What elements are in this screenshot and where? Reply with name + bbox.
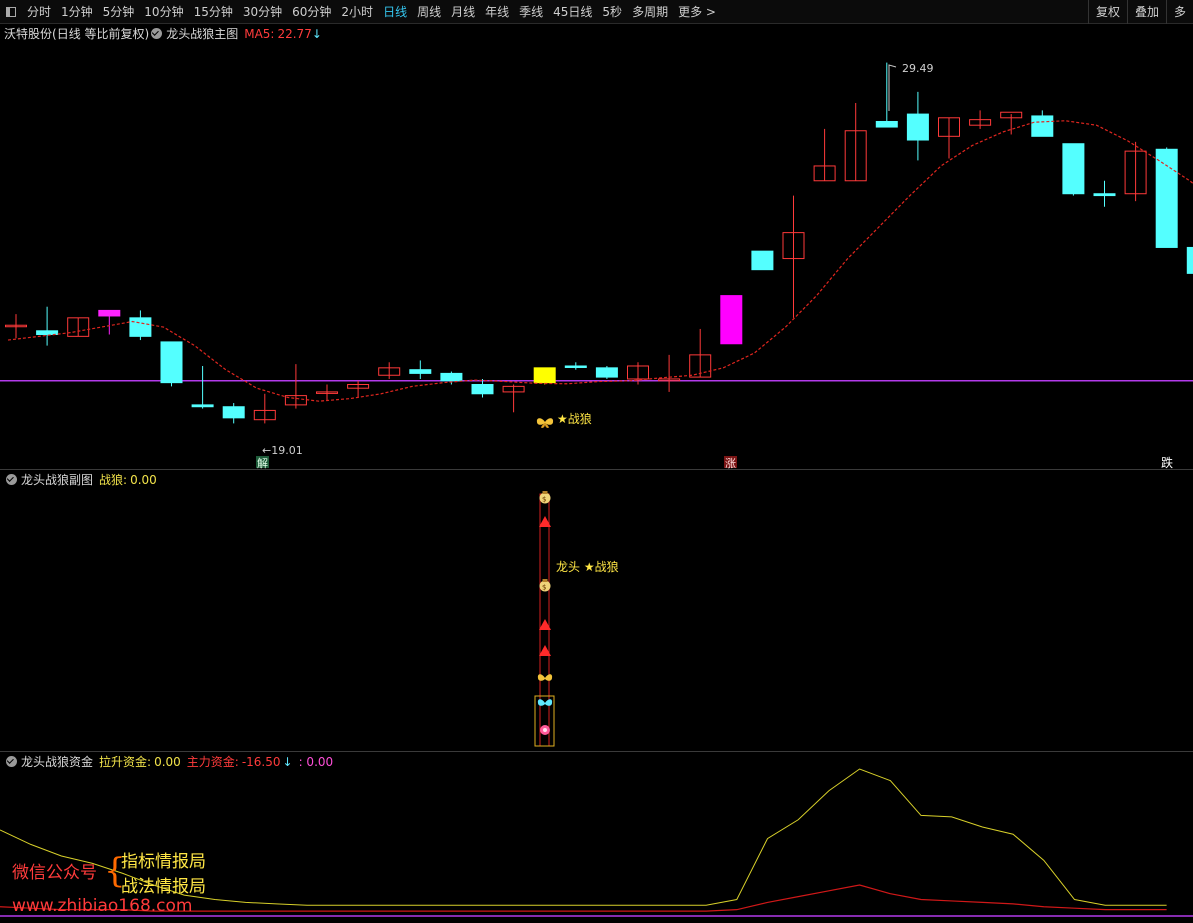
candlestick [938, 117, 960, 159]
candlestick [502, 384, 525, 413]
candlestick [129, 310, 152, 341]
candlestick [658, 354, 681, 392]
svg-text:涨: 涨 [725, 457, 736, 470]
candlestick [751, 250, 774, 271]
stock-chart[interactable]: 29.49 ←19.01 ★战狼 解 涨 跌 $ $ 龙头 ★战狼 [0, 0, 1193, 923]
candlestick [844, 102, 867, 182]
candlestick [906, 91, 929, 161]
candlestick [98, 309, 121, 335]
candlestick [720, 295, 743, 345]
watermark-label: 微信公众号 [12, 863, 97, 883]
candlestick [689, 328, 712, 378]
sub-signal-text: 龙头 ★战狼 [556, 559, 619, 574]
candlestick [347, 380, 370, 398]
low-price-label: ←19.01 [262, 444, 303, 457]
zhang-marker: 涨 [724, 456, 737, 470]
svg-text:$: $ [542, 496, 546, 504]
candlestick [471, 378, 494, 398]
candlestick [1062, 143, 1085, 196]
candlestick [1031, 110, 1054, 137]
ma5-line [7, 120, 1193, 402]
candlestick [1155, 147, 1178, 248]
candlestick [409, 360, 432, 379]
candlestick [595, 365, 618, 379]
candlestick [222, 403, 245, 424]
watermark-line1: 指标情报局 [121, 852, 206, 872]
candlestick [378, 362, 401, 379]
cyan-butterfly-icon [537, 699, 553, 706]
candlestick [316, 384, 338, 402]
candlestick [1093, 180, 1116, 207]
watermark-url[interactable]: www.zhibiao168.com [12, 896, 192, 916]
zhanlang-signal-column: $ $ 龙头 ★战狼 [534, 491, 619, 747]
candlestick [1186, 246, 1193, 274]
svg-text:$: $ [542, 584, 546, 592]
candlestick [5, 314, 27, 339]
svg-text:解: 解 [257, 456, 268, 470]
die-marker: 跌 [1161, 455, 1173, 470]
candlestick [564, 362, 587, 370]
candlestick [813, 128, 836, 182]
money-bag-icon: $ [539, 491, 551, 504]
watermark-line2: 战法情报局 [121, 877, 206, 897]
candlestick [1124, 141, 1147, 202]
butterfly-icon [536, 418, 554, 428]
candlestick [67, 317, 90, 337]
candlestick [284, 364, 307, 409]
butterfly-icon [537, 674, 553, 681]
candlestick [160, 341, 183, 387]
high-marker-line [888, 64, 897, 111]
candlestick [875, 62, 898, 128]
candlestick [253, 393, 276, 424]
candlestick [969, 110, 992, 129]
candlestick [533, 367, 556, 385]
high-price-label: 29.49 [902, 62, 934, 75]
candlestick [782, 195, 805, 318]
jie-marker: 解 [256, 456, 269, 470]
flower-icon [540, 725, 550, 735]
candlestick [191, 365, 214, 409]
candlestick [36, 306, 59, 346]
zhanlang-signal-label: ★战狼 [557, 411, 592, 426]
